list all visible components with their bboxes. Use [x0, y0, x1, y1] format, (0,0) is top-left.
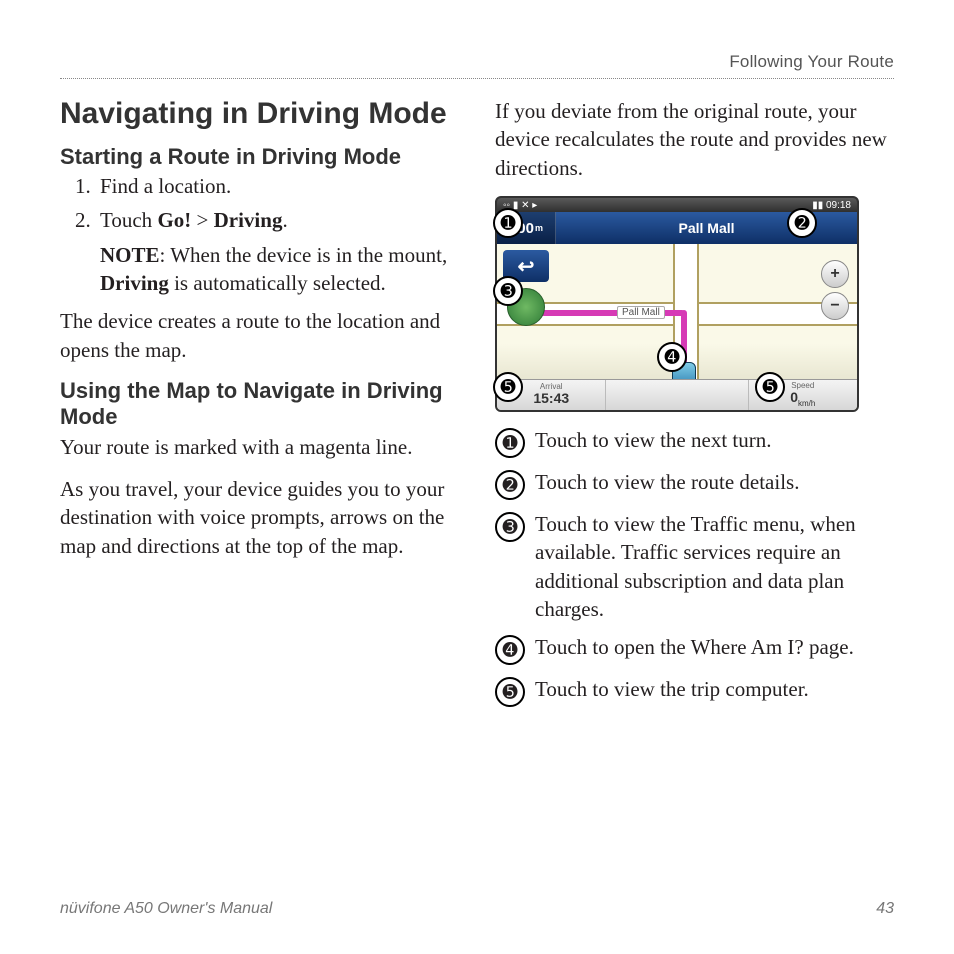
distance-unit: m: [535, 223, 543, 233]
callout-marker-2: ➋: [787, 208, 817, 238]
callout-row-5: ➎ Touch to view the trip computer.: [495, 675, 894, 707]
map-road-label: Pall Mall: [617, 306, 665, 319]
callout-marker-3: ➌: [493, 276, 523, 306]
callout-text-3: Touch to view the Traffic menu, when ava…: [535, 510, 894, 623]
two-column-layout: Navigating in Driving Mode Starting a Ro…: [60, 97, 894, 717]
trip-computer-bar[interactable]: Arrival 15:43 Speed 0km/h: [497, 379, 857, 410]
callout-text-5: Touch to view the trip computer.: [535, 675, 894, 703]
note-text-2: is automatically selected.: [169, 271, 386, 295]
center-panel[interactable]: [606, 380, 748, 410]
step-1: Find a location.: [96, 172, 459, 200]
callout-row-1: ➊ Touch to view the next turn.: [495, 426, 894, 458]
speed-unit: km/h: [798, 399, 815, 408]
right-column: If you deviate from the original route, …: [495, 97, 894, 717]
page-footer: nüvifone A50 Owner's Manual 43: [60, 900, 894, 918]
step-2-post: .: [282, 208, 287, 232]
callout-marker-4: ➍: [657, 342, 687, 372]
device-figure: ◦◦ ▮ ✕ ▸ ▮▮ 09:18 100m Pall Mall: [495, 196, 867, 412]
callout-num-3: ➌: [495, 512, 525, 542]
step-2-go: Go!: [157, 208, 191, 232]
para-device-creates-route: The device creates a route to the locati…: [60, 307, 459, 364]
steps-list: Find a location. Touch Go! > Driving. NO…: [60, 172, 459, 297]
callout-num-5: ➎: [495, 677, 525, 707]
callout-text-4: Touch to open the Where Am I? page.: [535, 633, 894, 661]
callout-row-3: ➌ Touch to view the Traffic menu, when a…: [495, 510, 894, 623]
para-voice-prompts: As you travel, your device guides you to…: [60, 475, 459, 560]
step-2-gt: >: [191, 208, 213, 232]
callout-marker-5b: ➎: [755, 372, 785, 402]
callout-row-2: ➋ Touch to view the route details.: [495, 468, 894, 500]
map-area[interactable]: Pall Mall + − Arrival 15:43 Speed: [497, 244, 857, 410]
note-text-1: : When the device is in the mount,: [160, 243, 448, 267]
para-magenta-line: Your route is marked with a magenta line…: [60, 433, 459, 461]
zoom-in-button[interactable]: +: [821, 260, 849, 288]
arrival-value: 15:43: [533, 391, 569, 406]
note-block: NOTE: When the device is in the mount, D…: [100, 241, 459, 298]
speed-value: 0km/h: [790, 390, 815, 409]
callout-marker-5a: ➎: [493, 372, 523, 402]
running-head: Following Your Route: [60, 52, 894, 79]
zoom-out-button[interactable]: −: [821, 292, 849, 320]
step-2: Touch Go! > Driving. NOTE: When the devi…: [96, 206, 459, 297]
step-2-pre: Touch: [100, 208, 157, 232]
callout-text-2: Touch to view the route details.: [535, 468, 894, 496]
callout-num-1: ➊: [495, 428, 525, 458]
status-right: ▮▮ 09:18: [812, 200, 851, 211]
manual-page: Following Your Route Navigating in Drivi…: [0, 0, 954, 954]
callout-row-4: ➍ Touch to open the Where Am I? page.: [495, 633, 894, 665]
subhead-using-map: Using the Map to Navigate in Driving Mod…: [60, 378, 459, 431]
footer-page-number: 43: [876, 900, 894, 918]
callout-legend: ➊ Touch to view the next turn. ➋ Touch t…: [495, 426, 894, 707]
note-label: NOTE: [100, 243, 160, 267]
step-2-driving: Driving: [214, 208, 283, 232]
callout-marker-1: ➊: [493, 208, 523, 238]
para-deviate: If you deviate from the original route, …: [495, 97, 894, 182]
note-driving: Driving: [100, 271, 169, 295]
subhead-starting-route: Starting a Route in Driving Mode: [60, 144, 459, 170]
left-column: Navigating in Driving Mode Starting a Ro…: [60, 97, 459, 717]
callout-num-2: ➋: [495, 470, 525, 500]
callout-num-4: ➍: [495, 635, 525, 665]
footer-left: nüvifone A50 Owner's Manual: [60, 900, 272, 918]
callout-text-1: Touch to view the next turn.: [535, 426, 894, 454]
section-title: Navigating in Driving Mode: [60, 97, 459, 132]
